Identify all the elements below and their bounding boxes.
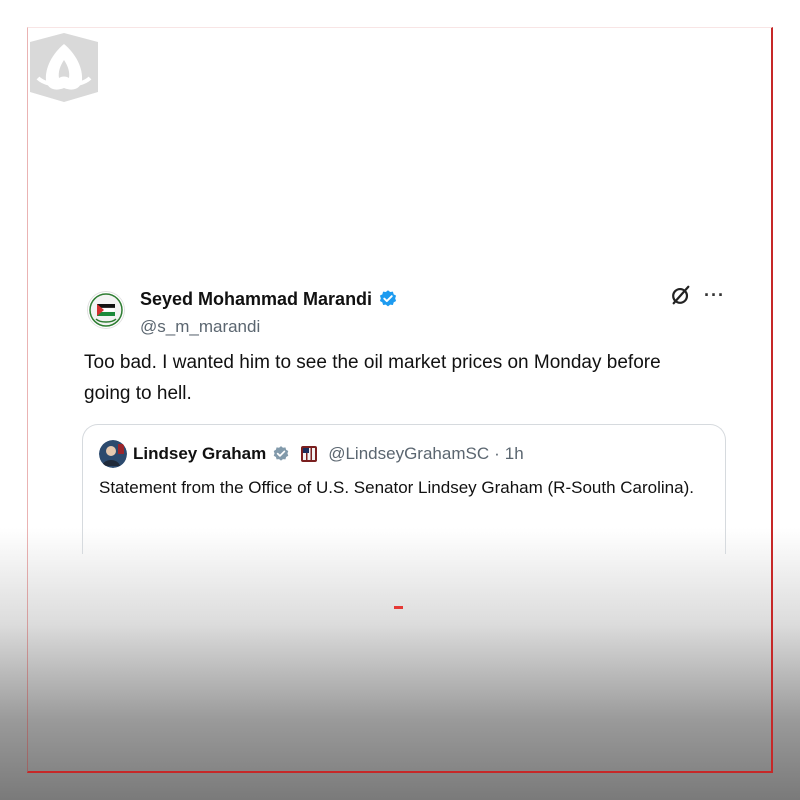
quoted-avatar[interactable] bbox=[99, 440, 127, 468]
avatar[interactable] bbox=[88, 292, 124, 328]
government-badge-icon bbox=[273, 446, 289, 461]
more-options-icon[interactable]: ··· bbox=[704, 286, 725, 304]
quoted-tweet-text: Statement from the Office of U.S. Senato… bbox=[99, 478, 694, 497]
quoted-timestamp[interactable]: 1h bbox=[505, 444, 524, 464]
tweet-text: Too bad. I wanted him to see the oil mar… bbox=[84, 352, 661, 404]
author-display-name[interactable]: Seyed Mohammad Marandi bbox=[140, 289, 372, 310]
quoted-tweet-card[interactable]: Lindsey Graham @LindseyGrahamSC · 1h Sta… bbox=[82, 424, 726, 554]
quoted-tweet-header: Lindsey Graham @LindseyGrahamSC · 1h bbox=[99, 440, 524, 468]
tweet-author: Seyed Mohammad Marandi @s_m_marandi bbox=[88, 288, 398, 337]
quoted-display-name[interactable]: Lindsey Graham bbox=[133, 444, 266, 464]
red-dash-mark bbox=[394, 606, 403, 609]
quoted-handle[interactable]: @LindseyGrahamSC bbox=[328, 444, 489, 464]
us-senate-flag-icon bbox=[301, 446, 318, 462]
quoted-separator: · bbox=[494, 444, 500, 463]
verified-badge-icon bbox=[379, 290, 397, 307]
logo-icon bbox=[30, 33, 98, 102]
grok-icon[interactable] bbox=[670, 284, 692, 306]
tweet-actions: ··· bbox=[670, 284, 725, 306]
author-handle[interactable]: @s_m_marandi bbox=[140, 317, 398, 337]
